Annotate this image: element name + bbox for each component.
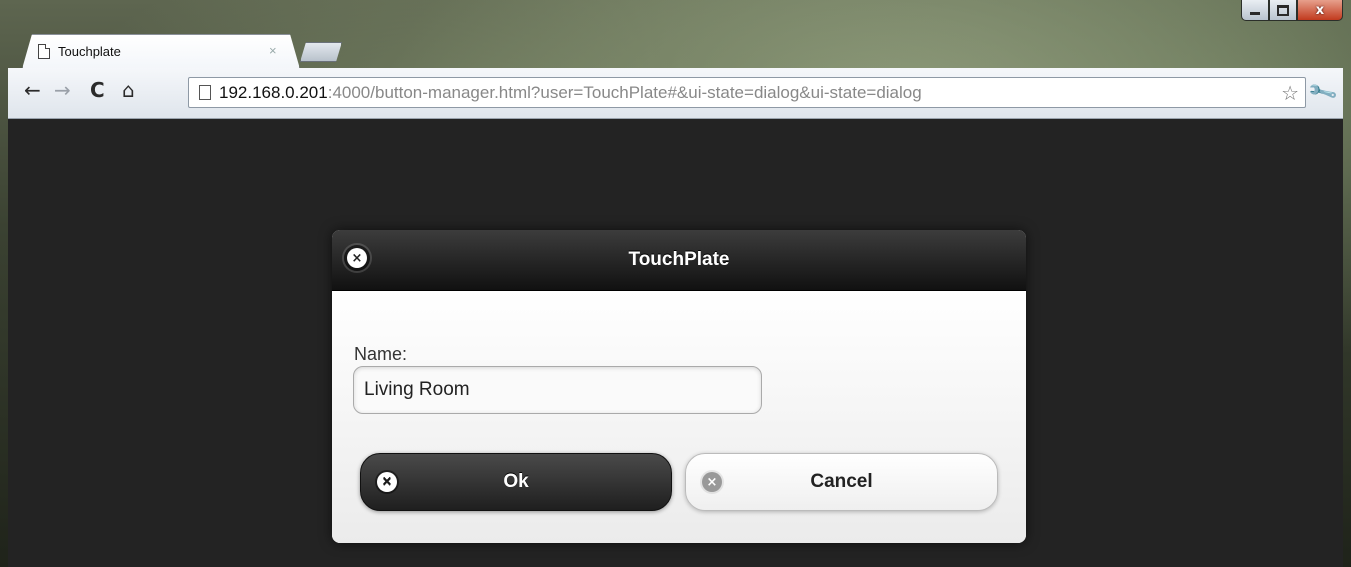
ok-button[interactable]: × Ok [360, 453, 672, 511]
url-host: 192.168.0.201 [219, 83, 328, 102]
window-controls: x [1241, 0, 1343, 22]
tab-close-icon[interactable]: × [269, 43, 277, 58]
address-bar[interactable]: 192.168.0.201:4000/button-manager.html?u… [188, 77, 1306, 108]
dialog-body: Name: Living Room × Ok × Cancel [332, 291, 1026, 543]
home-icon[interactable]: ⌂ [122, 80, 135, 100]
x-circle-icon: × [702, 472, 722, 492]
maximize-button[interactable] [1269, 0, 1297, 21]
name-input[interactable]: Living Room [353, 366, 762, 414]
page-viewport: × TouchPlate Name: Living Room × Ok × Ca… [8, 119, 1343, 567]
dialog: × TouchPlate Name: Living Room × Ok × Ca… [332, 230, 1026, 543]
page-icon [38, 44, 50, 59]
new-tab-button[interactable] [300, 42, 342, 62]
browser-toolbar: ← → C ⌂ 192.168.0.201:4000/button-manage… [8, 68, 1343, 119]
minimize-button[interactable] [1241, 0, 1269, 21]
dialog-title: TouchPlate [628, 249, 730, 270]
url-text: 192.168.0.201:4000/button-manager.html?u… [219, 83, 922, 103]
ok-icon-wrap: × [375, 470, 399, 494]
page-icon [199, 85, 211, 100]
close-icon: x [1315, 2, 1325, 18]
minimize-icon [1250, 11, 1260, 15]
wrench-icon[interactable]: 🔧 [1306, 75, 1340, 108]
close-window-button[interactable]: x [1297, 0, 1343, 21]
browser-tab-content: Touchplate × [22, 34, 298, 68]
back-arrow-icon[interactable]: ← [24, 80, 41, 100]
ok-label: Ok [503, 471, 529, 492]
reload-icon[interactable]: C [90, 80, 105, 100]
cancel-button[interactable]: × Cancel [685, 453, 998, 511]
cancel-label: Cancel [810, 471, 873, 492]
maximize-icon [1277, 4, 1289, 16]
tab-title: Touchplate [58, 44, 121, 59]
cancel-icon-wrap: × [700, 470, 724, 494]
x-circle-icon: × [377, 472, 397, 492]
url-path: :4000/button-manager.html?user=TouchPlat… [327, 83, 922, 102]
forward-arrow-icon[interactable]: → [54, 80, 71, 100]
dialog-header: × TouchPlate [332, 230, 1026, 291]
name-label: Name: [354, 344, 408, 364]
bookmark-star-icon[interactable]: ☆ [1281, 81, 1299, 105]
